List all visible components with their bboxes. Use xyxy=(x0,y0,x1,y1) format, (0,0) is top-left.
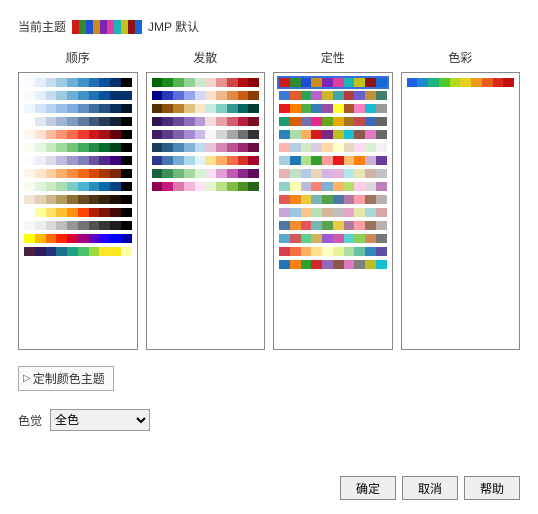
palette-row[interactable] xyxy=(278,207,388,218)
triangle-right-icon: ▷ xyxy=(23,373,31,384)
palette-row[interactable] xyxy=(278,103,388,114)
ok-button[interactable]: 确定 xyxy=(340,476,396,500)
color-vision-label: 色觉 xyxy=(18,412,42,429)
palette-row[interactable] xyxy=(278,220,388,231)
cancel-button[interactable]: 取消 xyxy=(402,476,458,500)
current-theme-label: 当前主题 xyxy=(18,18,66,35)
palette-row[interactable] xyxy=(23,155,133,166)
palette-row[interactable] xyxy=(406,77,516,88)
palette-row[interactable] xyxy=(23,233,133,244)
panel-sequential xyxy=(18,72,138,350)
palette-columns: 顺序发散定性色彩 xyxy=(18,49,520,350)
panel-chromatic xyxy=(401,72,521,350)
color-vision-row: 色觉 全色 xyxy=(18,409,520,431)
palette-row[interactable] xyxy=(278,194,388,205)
column-sequential: 顺序 xyxy=(18,49,138,350)
palette-row[interactable] xyxy=(23,90,133,101)
palette-row[interactable] xyxy=(278,77,388,88)
palette-row[interactable] xyxy=(278,142,388,153)
custom-theme-label: 定制颜色主题 xyxy=(33,370,105,387)
palette-row[interactable] xyxy=(278,233,388,244)
current-theme-header: 当前主题 JMP 默认 xyxy=(18,18,520,35)
custom-theme-disclosure[interactable]: ▷ 定制颜色主题 xyxy=(18,366,114,391)
column-title-qualitative: 定性 xyxy=(273,49,393,66)
column-title-chromatic: 色彩 xyxy=(401,49,521,66)
help-button[interactable]: 帮助 xyxy=(464,476,520,500)
column-title-diverging: 发散 xyxy=(146,49,266,66)
palette-row[interactable] xyxy=(151,181,261,192)
palette-row[interactable] xyxy=(278,155,388,166)
palette-row[interactable] xyxy=(278,90,388,101)
palette-row[interactable] xyxy=(278,181,388,192)
palette-row[interactable] xyxy=(23,246,133,257)
palette-row[interactable] xyxy=(23,207,133,218)
column-title-sequential: 顺序 xyxy=(18,49,138,66)
column-diverging: 发散 xyxy=(146,49,266,350)
column-qualitative: 定性 xyxy=(273,49,393,350)
panel-diverging xyxy=(146,72,266,350)
palette-row[interactable] xyxy=(23,77,133,88)
palette-row[interactable] xyxy=(23,129,133,140)
panel-qualitative xyxy=(273,72,393,350)
palette-row[interactable] xyxy=(278,246,388,257)
palette-row[interactable] xyxy=(151,168,261,179)
palette-row[interactable] xyxy=(278,129,388,140)
dialog-footer: 确定 取消 帮助 xyxy=(340,476,520,500)
column-chromatic: 色彩 xyxy=(401,49,521,350)
color-vision-select[interactable]: 全色 xyxy=(50,409,150,431)
palette-row[interactable] xyxy=(151,129,261,140)
palette-row[interactable] xyxy=(23,142,133,153)
palette-row[interactable] xyxy=(23,194,133,205)
palette-row[interactable] xyxy=(23,103,133,114)
palette-row[interactable] xyxy=(151,90,261,101)
palette-row[interactable] xyxy=(278,168,388,179)
palette-row[interactable] xyxy=(151,77,261,88)
palette-row[interactable] xyxy=(278,116,388,127)
palette-row[interactable] xyxy=(151,155,261,166)
palette-row[interactable] xyxy=(23,116,133,127)
palette-row[interactable] xyxy=(151,103,261,114)
palette-row[interactable] xyxy=(23,220,133,231)
current-theme-swatch xyxy=(72,20,142,34)
palette-row[interactable] xyxy=(23,168,133,179)
palette-row[interactable] xyxy=(278,259,388,270)
palette-row[interactable] xyxy=(23,181,133,192)
current-theme-name: JMP 默认 xyxy=(148,18,199,35)
palette-row[interactable] xyxy=(151,142,261,153)
palette-row[interactable] xyxy=(151,116,261,127)
